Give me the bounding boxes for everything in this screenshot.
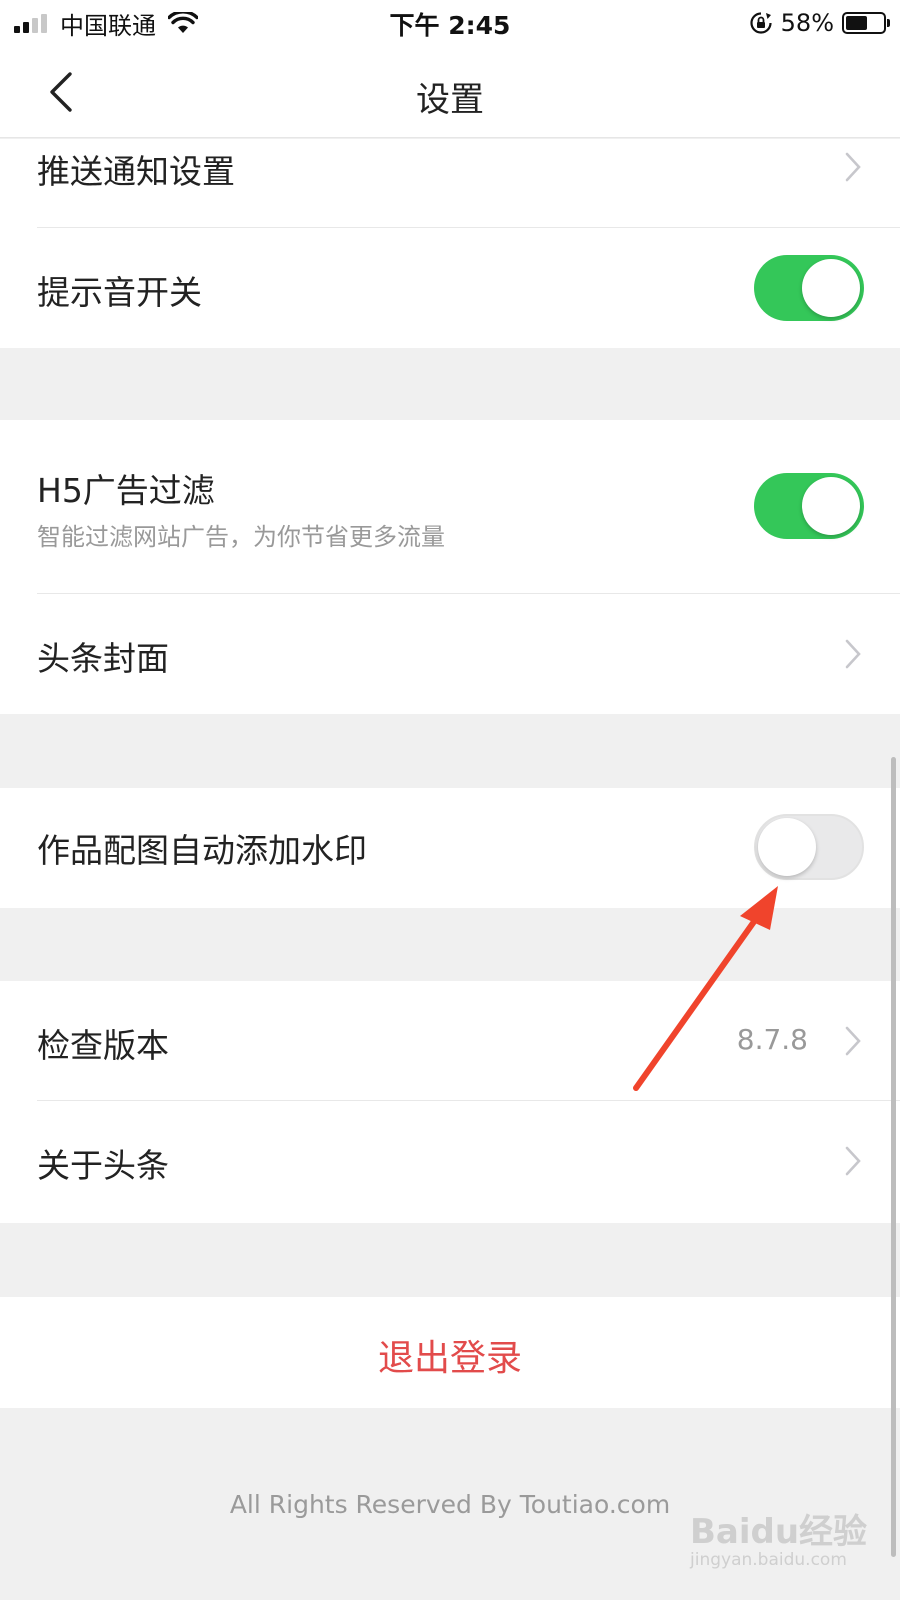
sound-toggle-label: 提示音开关 bbox=[37, 273, 202, 312]
watermark-brand: Baidu经验 bbox=[690, 1512, 868, 1552]
push-notification-row[interactable]: 推送通知设置 bbox=[0, 139, 900, 228]
logout-button[interactable]: 退出登录 bbox=[0, 1297, 900, 1408]
nav-bar: 设置 bbox=[0, 46, 900, 138]
annotation-arrow-icon bbox=[633, 886, 778, 1091]
ad-filter-row: H5广告过滤 智能过滤网站广告，为你节省更多流量 bbox=[0, 420, 900, 594]
watermark-toggle-label: 作品配图自动添加水印 bbox=[37, 831, 367, 870]
chevron-right-icon bbox=[845, 1146, 861, 1176]
page-title: 设置 bbox=[416, 80, 484, 120]
chevron-right-icon bbox=[845, 152, 861, 182]
push-notification-label: 推送通知设置 bbox=[37, 152, 235, 191]
about-row[interactable]: 关于头条 bbox=[0, 1101, 900, 1221]
baidu-watermark: Baidu经验 jingyan.baidu.com bbox=[690, 1500, 890, 1595]
sound-toggle-row: 提示音开关 bbox=[0, 228, 900, 348]
ad-filter-toggle[interactable] bbox=[754, 473, 864, 539]
chevron-right-icon bbox=[845, 639, 861, 669]
sound-toggle[interactable] bbox=[754, 255, 864, 321]
status-bar: 中国联通 下午 2:45 58% bbox=[0, 0, 900, 46]
cover-row[interactable]: 头条封面 bbox=[0, 594, 900, 714]
ad-filter-label: H5广告过滤 bbox=[37, 471, 215, 510]
about-label: 关于头条 bbox=[37, 1146, 169, 1185]
notification-section: 推送通知设置 提示音开关 bbox=[0, 139, 900, 348]
watermark-toggle[interactable] bbox=[754, 814, 864, 880]
status-right: 58% bbox=[749, 8, 890, 38]
watermark-url: jingyan.baidu.com bbox=[690, 1550, 847, 1570]
cover-label: 头条封面 bbox=[37, 639, 169, 678]
rotation-lock-icon bbox=[750, 12, 772, 34]
check-version-label: 检查版本 bbox=[37, 1026, 169, 1065]
chevron-right-icon bbox=[845, 1026, 861, 1056]
battery-icon bbox=[842, 12, 890, 34]
ad-filter-subtitle: 智能过滤网站广告，为你节省更多流量 bbox=[37, 523, 445, 551]
battery-percent: 58% bbox=[780, 9, 834, 37]
scrollbar[interactable] bbox=[891, 757, 896, 1557]
logout-label: 退出登录 bbox=[377, 1338, 522, 1379]
content-section: H5广告过滤 智能过滤网站广告，为你节省更多流量 头条封面 bbox=[0, 420, 900, 714]
